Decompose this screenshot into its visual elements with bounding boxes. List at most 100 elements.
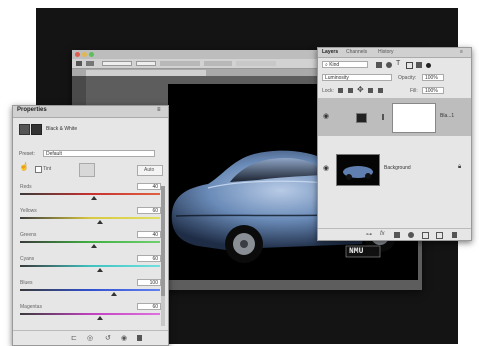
auto-button[interactable]: Auto xyxy=(137,165,163,176)
tint-label: Tint xyxy=(43,166,52,172)
opacity-label: Opacity: xyxy=(398,75,417,81)
new-adjustment-icon[interactable] xyxy=(408,232,414,238)
slider-value-field[interactable]: 40 xyxy=(137,183,161,190)
visibility-eye-icon[interactable]: ◉ xyxy=(323,164,329,172)
new-group-icon[interactable] xyxy=(422,232,429,239)
slider-value-field[interactable]: 40 xyxy=(137,231,161,238)
trash-icon[interactable] xyxy=(137,335,142,341)
opacity-field[interactable]: 100% xyxy=(422,74,444,81)
tint-checkbox[interactable] xyxy=(35,166,42,173)
preset-select[interactable]: Default xyxy=(43,150,155,157)
slider-label: Greens xyxy=(20,232,37,238)
add-mask-icon[interactable] xyxy=(394,232,400,238)
slider-thumb[interactable] xyxy=(96,268,103,272)
new-layer-icon[interactable] xyxy=(436,232,443,239)
targeted-adjustment-icon[interactable]: ☝ xyxy=(19,162,29,171)
slider-track[interactable] xyxy=(20,265,160,267)
slider-track[interactable] xyxy=(20,193,160,195)
slider-label: Yellows xyxy=(20,208,37,214)
panel-menu-icon[interactable]: ≡ xyxy=(157,107,161,113)
option-button-3[interactable] xyxy=(236,61,276,66)
slider-thumb[interactable] xyxy=(91,196,98,200)
layer-filter-select[interactable]: ⌕ Kind xyxy=(322,61,368,68)
clip-to-layer-icon[interactable]: ⊏ xyxy=(71,334,77,342)
tab-history[interactable]: History xyxy=(378,49,394,55)
link-chain-icon xyxy=(382,114,384,120)
mask-icon[interactable] xyxy=(31,124,42,135)
fill-field[interactable]: 100% xyxy=(422,87,444,94)
close-window-icon[interactable] xyxy=(75,52,80,57)
lock-transparent-icon[interactable] xyxy=(338,88,343,93)
slider-label: Blues xyxy=(20,280,33,286)
slider-track[interactable] xyxy=(20,241,160,243)
minimize-window-icon[interactable] xyxy=(82,52,87,57)
slider-value-field[interactable]: 100 xyxy=(137,279,161,286)
reset-icon[interactable]: ↺ xyxy=(105,334,111,342)
slider-thumb[interactable] xyxy=(96,220,103,224)
lock-position-icon[interactable]: ✥ xyxy=(357,85,364,94)
fx-icon[interactable]: fx xyxy=(380,231,385,237)
blend-mode-select[interactable]: Luminosity xyxy=(322,74,392,81)
adjustment-icon xyxy=(19,124,30,135)
view-previous-icon[interactable]: ◎ xyxy=(87,334,93,342)
filter-toggle-icon[interactable] xyxy=(426,63,431,68)
option-field-2[interactable] xyxy=(136,61,156,66)
filter-pixel-icon[interactable] xyxy=(376,62,382,68)
fill-value: 100% xyxy=(425,88,438,94)
filter-type-icon[interactable]: T xyxy=(396,60,400,67)
slider-label: Magentas xyxy=(20,304,42,310)
home-icon[interactable] xyxy=(76,61,82,66)
filter-shape-icon[interactable] xyxy=(406,62,413,69)
tool-preset-icon[interactable] xyxy=(86,61,94,66)
slider-value-field[interactable]: 60 xyxy=(137,303,161,310)
search-icon: ⌕ xyxy=(325,62,328,68)
option-button[interactable] xyxy=(160,61,200,66)
filter-label: Kind xyxy=(329,62,340,68)
lock-all-icon[interactable] xyxy=(378,88,383,93)
option-field-1[interactable] xyxy=(102,61,132,66)
link-layers-icon[interactable]: ⊶ xyxy=(366,231,372,238)
slider-thumb[interactable] xyxy=(91,244,98,248)
lock-label: Lock: xyxy=(322,88,334,94)
slider-thumb[interactable] xyxy=(110,292,117,296)
slider-thumb[interactable] xyxy=(96,316,103,320)
panel-scrollbar[interactable] xyxy=(161,186,165,326)
layer-mask-thumbnail[interactable] xyxy=(392,103,436,133)
tab-channels[interactable]: Channels xyxy=(346,49,367,55)
preset-value: Default xyxy=(46,151,62,157)
adjustment-name: Black & White xyxy=(46,126,78,132)
auto-button-label: Auto xyxy=(144,167,155,173)
opacity-value: 100% xyxy=(425,75,438,81)
filter-adjustment-icon[interactable] xyxy=(386,62,392,68)
layer-name[interactable]: Bla...1 xyxy=(440,113,454,119)
trash-icon[interactable] xyxy=(452,232,457,238)
layers-panel: Layers Channels History ≡ ⌕ Kind T Lumin… xyxy=(317,47,472,241)
lock-pixels-icon[interactable] xyxy=(348,88,353,93)
maximize-window-icon[interactable] xyxy=(89,52,94,57)
slider-value-field[interactable]: 60 xyxy=(137,207,161,214)
visibility-icon[interactable]: ◉ xyxy=(121,334,127,342)
scrollbar-thumb[interactable] xyxy=(161,186,165,296)
tab-layers[interactable]: Layers xyxy=(322,49,338,55)
layer-row-bw[interactable]: ◉ Bla...1 xyxy=(318,98,471,136)
layer-name[interactable]: Background xyxy=(384,165,411,171)
slider-label: Reds xyxy=(20,184,32,190)
panel-menu-icon[interactable]: ≡ xyxy=(460,49,463,55)
lock-icon: 🔒︎ xyxy=(458,164,462,170)
layers-footer: ⊶ fx xyxy=(318,228,471,241)
slider-track[interactable] xyxy=(20,217,160,219)
slider-track[interactable] xyxy=(20,289,160,291)
visibility-eye-icon[interactable]: ◉ xyxy=(323,112,329,120)
license-plate-text: NMU xyxy=(349,247,364,256)
background-thumbnail xyxy=(336,154,380,186)
slider-label: Cyans xyxy=(20,256,35,262)
properties-footer: ⊏ ◎ ↺ ◉ xyxy=(13,330,168,345)
filter-smart-icon[interactable] xyxy=(416,62,422,68)
tint-color-swatch[interactable] xyxy=(79,163,95,177)
lock-artboard-icon[interactable] xyxy=(368,88,373,93)
option-button-2[interactable] xyxy=(204,61,232,66)
layer-row-background[interactable]: ◉ Background 🔒︎ xyxy=(318,152,471,186)
blend-mode-value: Luminosity xyxy=(325,75,349,81)
slider-track[interactable] xyxy=(20,313,160,315)
slider-value-field[interactable]: 60 xyxy=(137,255,161,262)
